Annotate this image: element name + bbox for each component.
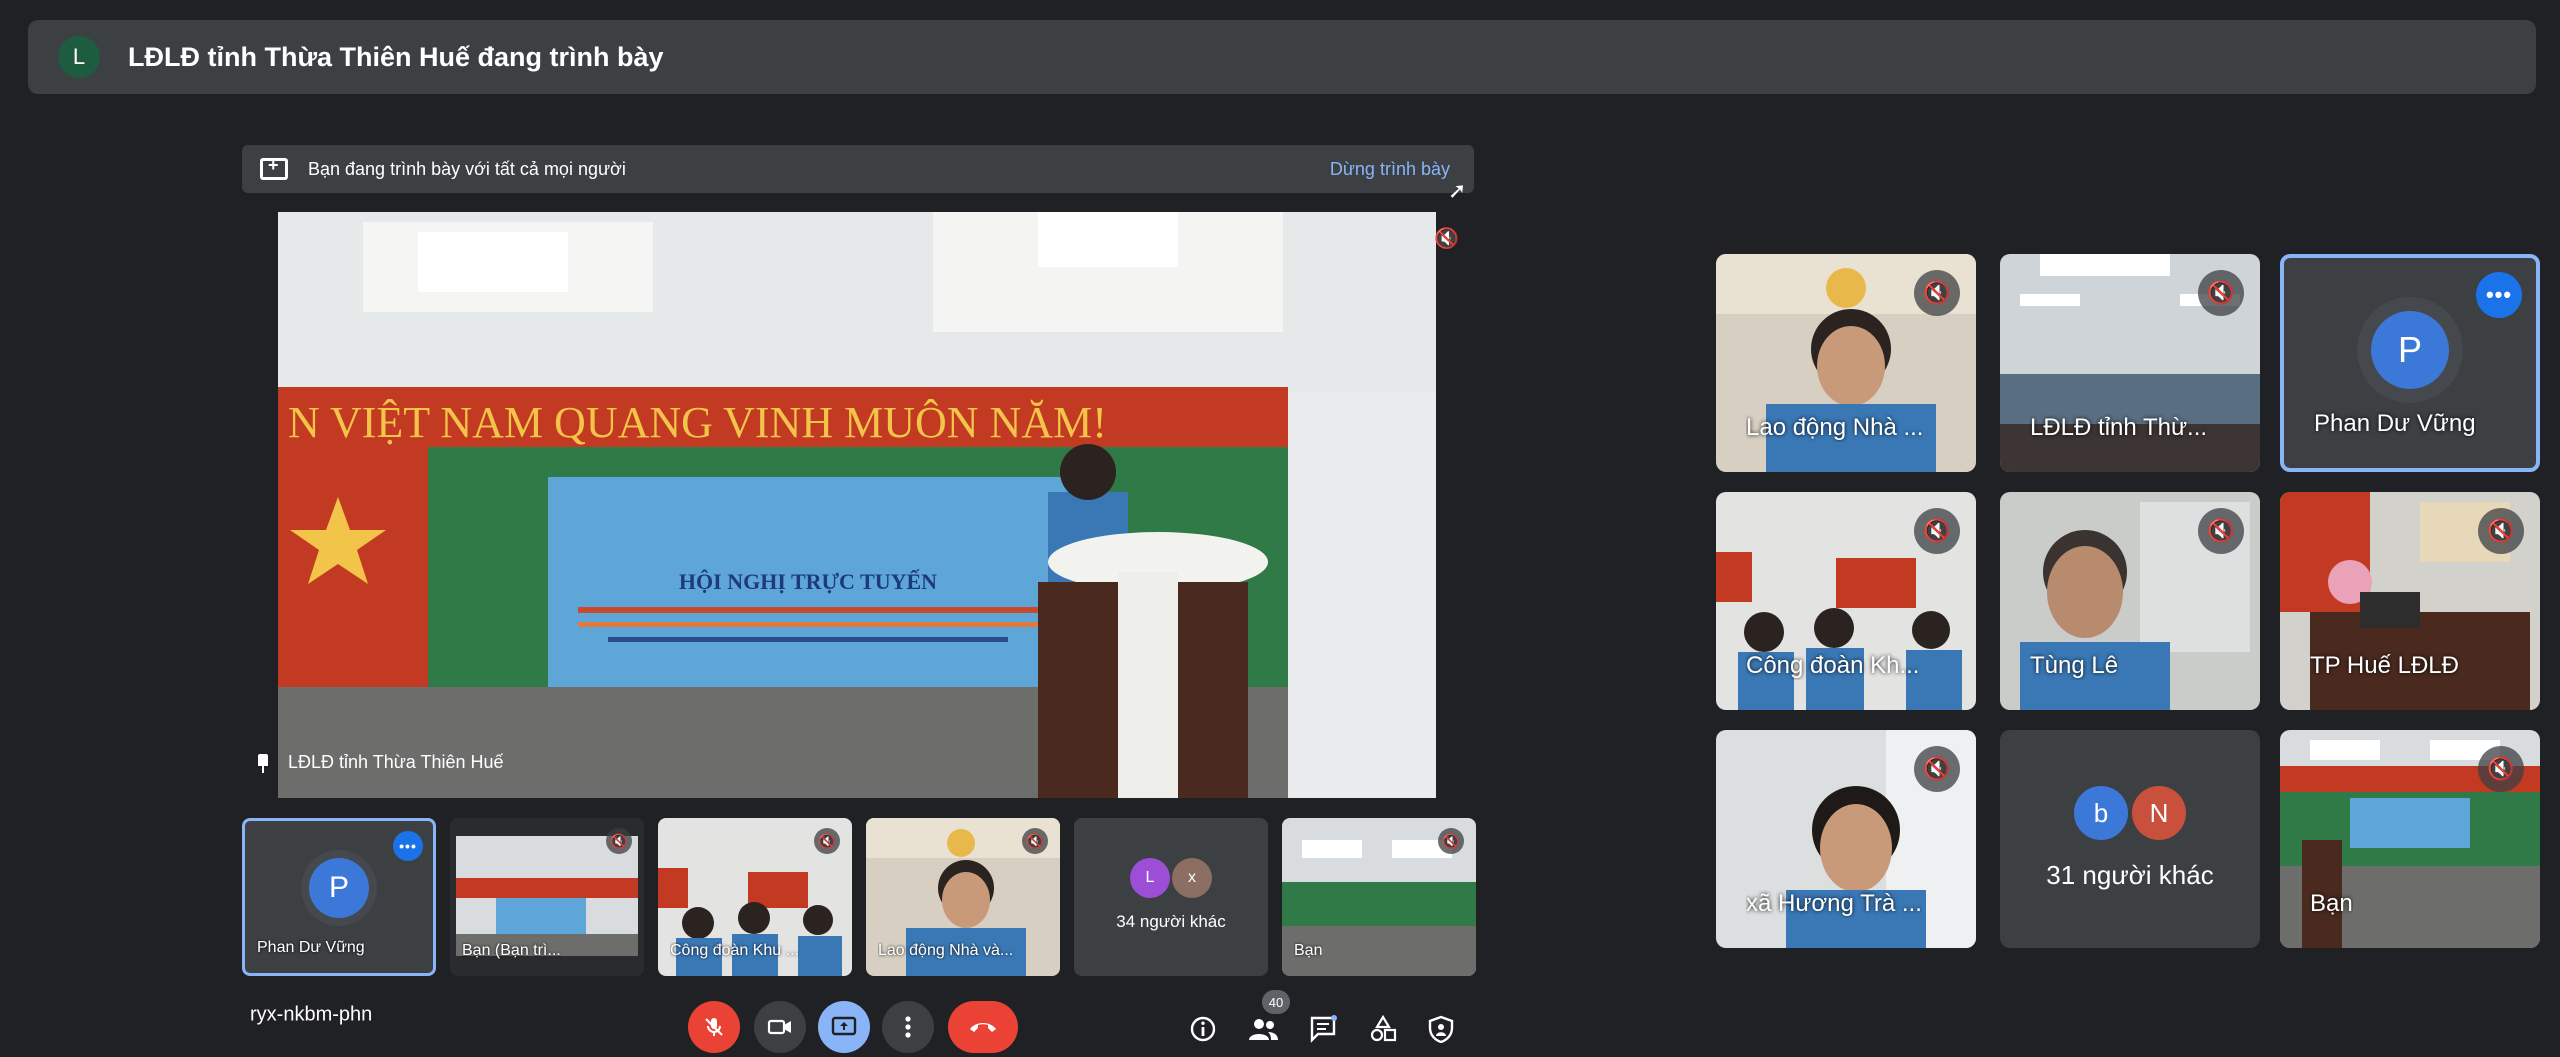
stop-presenting-button[interactable]: Dừng trình bày <box>1324 151 1456 188</box>
filmstrip-tile-lao-dong-nha-va[interactable]: 🔇 Lao động Nhà và... <box>866 818 1060 976</box>
mic-off-icon <box>705 1018 723 1036</box>
presenting-notice: Bạn đang trình bày với tất cả mọi người … <box>242 145 1474 193</box>
hang-up-icon <box>970 1023 996 1032</box>
grid-tile-self[interactable]: 🔇 Bạn <box>2280 730 2540 948</box>
participant-name: Lao động Nhà ... <box>1746 414 1924 441</box>
main-video-caption-text: LĐLĐ tỉnh Thừa Thiên Huế <box>288 752 504 772</box>
mic-off-icon: 🔇 <box>2478 508 2524 554</box>
mic-off-icon: 🔇 <box>2198 508 2244 554</box>
grid-tile-ldld-tinh-thua[interactable]: 🔇 LĐLĐ tỉnh Thừ... <box>2000 254 2260 472</box>
filmstrip-tile-others[interactable]: Lx 34 người khác <box>1074 818 1268 976</box>
presenter-banner: L LĐLĐ tỉnh Thừa Thiên Huế đang trình bà… <box>28 20 2536 94</box>
participant-name: Phan Dư Vững <box>257 939 365 956</box>
pin-icon[interactable] <box>256 753 270 773</box>
camera-icon <box>767 1019 791 1035</box>
grid-tile-xa-huong-tra[interactable]: 🔇 xã Hương Trà ... <box>1716 730 1976 948</box>
meeting-details-button[interactable] <box>1186 1012 1220 1046</box>
mic-off-icon: 🔇 <box>2198 270 2244 316</box>
participant-name: Lao động Nhà và... <box>878 942 1014 959</box>
participants-count-badge: 40 <box>1262 990 1290 1014</box>
chat-icon <box>1310 1015 1337 1043</box>
participant-avatar: P <box>309 857 369 918</box>
mic-off-icon: 🔇 <box>814 828 840 854</box>
participant-name: xã Hương Trà ... <box>1746 890 1922 917</box>
filmstrip-tile-cong-doan-khu[interactable]: 🔇 Công đoàn Khu ... <box>658 818 852 976</box>
mic-off-icon: 🔇 <box>1914 508 1960 554</box>
others-avatar-1: b <box>2074 786 2128 840</box>
participant-name: TP Huế LĐLĐ <box>2310 652 2459 679</box>
activities-button[interactable] <box>1366 1012 1400 1046</box>
grid-tile-others[interactable]: bN 31 người khác <box>2000 730 2260 948</box>
microphone-button[interactable] <box>688 1001 740 1053</box>
main-video-scene: N VIỆT NAM QUANG VINH MUÔN NĂM! HỘI NGHỊ… <box>278 212 1436 798</box>
participants-button[interactable] <box>1246 1012 1280 1046</box>
others-avatar-2: x <box>1172 858 1212 898</box>
grid-tile-lao-dong-nha[interactable]: 🔇 Lao động Nhà ... <box>1716 254 1976 472</box>
participant-name: Bạn <box>1294 942 1323 959</box>
presenting-label: Bạn đang trình bày với tất cả mọi người <box>308 158 626 179</box>
meeting-code: ryx-nkbm-phn <box>250 1003 373 1026</box>
mic-off-icon: 🔇 <box>1022 828 1048 854</box>
more-options-icon[interactable]: ••• <box>2476 272 2522 318</box>
people-icon <box>1249 1019 1278 1040</box>
present-now-button[interactable] <box>818 1001 870 1053</box>
mic-off-icon: 🔇 <box>1914 270 1960 316</box>
participant-name: Tùng Lê <box>2030 652 2119 679</box>
more-options-button[interactable] <box>882 1001 934 1053</box>
filmstrip-tile-phan-du-vung[interactable]: P ••• Phan Dư Vững <box>242 818 436 976</box>
participant-name: Công đoàn Kh... <box>1746 652 1920 679</box>
participant-name: Công đoàn Khu ... <box>670 942 799 959</box>
grid-tile-phan-du-vung[interactable]: P ••• Phan Dư Vững <box>2280 254 2540 472</box>
mic-off-icon: 🔇 <box>1914 746 1960 792</box>
mic-off-icon: 🔇 <box>1438 828 1464 854</box>
others-count-label: 31 người khác <box>2046 860 2214 890</box>
others-count-label: 34 người khác <box>1116 912 1226 931</box>
host-controls-button[interactable] <box>1424 1012 1458 1046</box>
present-icon <box>831 1016 857 1036</box>
cursor-icon: ➚ <box>1448 178 1467 203</box>
camera-button[interactable] <box>754 1001 806 1053</box>
participant-avatar: P <box>2371 311 2449 390</box>
venue-banner-text: N VIỆT NAM QUANG VINH MUÔN NĂM! <box>288 398 1107 447</box>
mic-off-icon: 🔇 <box>2478 746 2524 792</box>
info-icon <box>1190 1016 1216 1042</box>
participant-name: Bạn (Bạn trì... <box>462 942 561 959</box>
more-options-icon[interactable]: ••• <box>393 831 423 861</box>
mic-off-icon: 🔇 <box>606 828 632 854</box>
presenter-text: LĐLĐ tỉnh Thừa Thiên Huế đang trình bày <box>128 41 664 72</box>
participant-name: LĐLĐ tỉnh Thừ... <box>2030 414 2208 441</box>
participant-name: Bạn <box>2310 890 2353 917</box>
activities-icon <box>1370 1015 1397 1042</box>
host-controls-icon <box>1428 1015 1454 1043</box>
grid-tile-tung-le[interactable]: 🔇 Tùng Lê <box>2000 492 2260 710</box>
grid-tile-cong-doan-kh[interactable]: 🔇 Công đoàn Kh... <box>1716 492 1976 710</box>
filmstrip-tile-self[interactable]: 🔇 Bạn <box>1282 818 1476 976</box>
screen-title-text: HỘI NGHỊ TRỰC TUYẾN <box>679 569 937 594</box>
participant-name: Phan Dư Vững <box>2314 410 2476 437</box>
main-video: N VIỆT NAM QUANG VINH MUÔN NĂM! HỘI NGHỊ… <box>278 212 1436 798</box>
chat-button[interactable] <box>1306 1012 1340 1046</box>
more-icon <box>905 1016 911 1038</box>
main-video-mic-off-icon: 🔇 <box>1434 228 1459 250</box>
present-screen-icon <box>260 155 288 180</box>
grid-tile-tp-hue-ldld[interactable]: 🔇 TP Huế LĐLĐ <box>2280 492 2540 710</box>
leave-call-button[interactable] <box>948 1001 1018 1053</box>
main-video-caption: LĐLĐ tỉnh Thừa Thiên Huế <box>256 752 504 773</box>
filmstrip-tile-self-presenting[interactable]: 🔇 Bạn (Bạn trì... <box>450 818 644 976</box>
presenter-avatar: L <box>58 36 100 78</box>
others-avatar-1: L <box>1130 858 1170 898</box>
others-avatar-2: N <box>2132 786 2186 840</box>
